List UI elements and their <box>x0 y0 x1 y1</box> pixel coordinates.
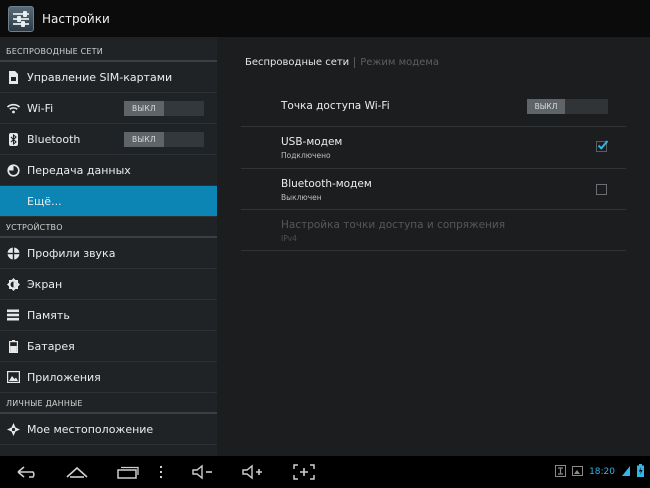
row-subtitle: Подключено <box>281 151 331 160</box>
row-title: Bluetooth-модем <box>281 178 372 190</box>
sidebar-item-label: Ещё... <box>27 194 62 208</box>
breadcrumb: Беспроводные сети Режим модема <box>245 57 439 68</box>
checkmark-icon <box>597 140 608 150</box>
section-header-device: УСТРОЙСТВО <box>0 217 217 238</box>
row-usb-modem[interactable]: USB-модем Подключено <box>241 127 626 169</box>
row-subtitle: Выключен <box>281 193 322 202</box>
sidebar-item-label: Wi-Fi <box>27 101 54 115</box>
apps-icon <box>6 370 20 384</box>
sidebar-item-label: Мое местоположение <box>27 422 154 436</box>
section-header-wireless: БЕСПРОВОДНЫЕ СЕТИ <box>0 41 217 62</box>
row-wifi-hotspot[interactable]: Точка доступа Wi-Fi ВЫКЛ <box>241 87 626 127</box>
storage-icon <box>6 308 20 322</box>
sidebar-item-wifi[interactable]: Wi-Fi ВЫКЛ <box>0 93 217 124</box>
home-icon[interactable] <box>62 462 92 482</box>
sidebar-item-sound[interactable]: Профили звука <box>0 238 217 269</box>
menu-icon[interactable] <box>153 462 169 482</box>
data-usage-icon <box>6 163 20 177</box>
sidebar-item-storage[interactable]: Память <box>0 300 217 331</box>
sidebar-item-label: Экран <box>27 277 63 291</box>
back-icon[interactable] <box>12 462 42 482</box>
bluetooth-toggle[interactable]: ВЫКЛ <box>124 132 204 147</box>
settings-app-icon[interactable] <box>8 5 34 32</box>
sidebar-item-apps[interactable]: Приложения <box>0 362 217 393</box>
detail-pane: Беспроводные сети Режим модема Точка дос… <box>217 37 650 456</box>
wifi-hotspot-toggle[interactable]: ВЫКЛ <box>527 99 608 114</box>
volume-down-icon[interactable] <box>190 462 216 482</box>
settings-categories-pane: БЕСПРОВОДНЫЕ СЕТИ Управление SIM-картами… <box>0 37 217 456</box>
sidebar-item-location[interactable]: Мое местоположение <box>0 414 217 445</box>
row-title: Настройка точки доступа и сопряжения <box>281 219 506 231</box>
bluetooth-toggle-state: ВЫКЛ <box>124 132 164 147</box>
sound-icon <box>6 246 20 260</box>
sidebar-item-label: Батарея <box>27 339 75 353</box>
sidebar-item-label: Приложения <box>27 370 101 384</box>
wifi-toggle-state: ВЫКЛ <box>124 101 164 116</box>
sidebar-item-display[interactable]: Экран <box>0 269 217 300</box>
sidebar-item-label: Bluetooth <box>27 132 81 146</box>
bluetooth-icon <box>6 132 20 146</box>
action-bar: Настройки <box>0 0 650 37</box>
row-hotspot-setup: Настройка точки доступа и сопряжения IPv… <box>241 210 626 251</box>
row-bluetooth-modem[interactable]: Bluetooth-модем Выключен <box>241 169 626 210</box>
sidebar-item-sim[interactable]: Управление SIM-картами <box>0 62 217 93</box>
location-icon <box>6 422 20 436</box>
volume-up-icon[interactable] <box>240 462 266 482</box>
battery-status-icon <box>637 464 644 480</box>
sidebar-item-data-usage[interactable]: Передача данных <box>0 155 217 186</box>
recent-apps-icon[interactable] <box>113 462 143 482</box>
breadcrumb-separator <box>354 57 356 68</box>
sidebar-item-label: Передача данных <box>27 163 131 177</box>
screenshot-icon[interactable] <box>290 462 318 482</box>
sidebar-item-bluetooth[interactable]: Bluetooth ВЫКЛ <box>0 124 217 155</box>
sidebar-item-label: Профили звука <box>27 246 116 260</box>
sidebar-item-battery[interactable]: Батарея <box>0 331 217 362</box>
tethering-settings-list: Точка доступа Wi-Fi ВЫКЛ USB-модем Подкл… <box>241 87 626 251</box>
wifi-hotspot-toggle-state: ВЫКЛ <box>527 99 565 114</box>
clock: 18:20 <box>589 467 615 477</box>
status-area[interactable]: 18:20 <box>555 456 644 488</box>
sidebar-item-more[interactable]: Ещё... <box>0 186 217 217</box>
usb-modem-checkbox[interactable] <box>596 140 608 152</box>
bluetooth-modem-checkbox[interactable] <box>596 184 607 195</box>
sidebar-item-label: Управление SIM-картами <box>27 70 173 84</box>
navigation-bar <box>0 456 650 488</box>
app-title: Настройки <box>42 11 110 26</box>
section-header-personal: ЛИЧНЫЕ ДАННЫЕ <box>0 393 217 414</box>
breadcrumb-tethering: Режим модема <box>360 57 440 68</box>
wifi-toggle[interactable]: ВЫКЛ <box>124 101 204 116</box>
battery-icon <box>6 339 20 353</box>
wifi-signal-icon <box>621 465 631 480</box>
screenshot-notification-icon <box>572 465 584 479</box>
usb-debug-icon <box>555 464 567 480</box>
breadcrumb-current[interactable]: Беспроводные сети <box>245 57 349 68</box>
row-title: USB-модем <box>281 136 343 148</box>
wifi-icon <box>6 101 20 115</box>
sim-icon <box>6 70 20 84</box>
row-subtitle: IPv4 <box>281 234 297 243</box>
sidebar-item-label: Память <box>27 308 70 322</box>
display-icon <box>6 277 20 291</box>
row-title: Точка доступа Wi-Fi <box>281 100 390 112</box>
